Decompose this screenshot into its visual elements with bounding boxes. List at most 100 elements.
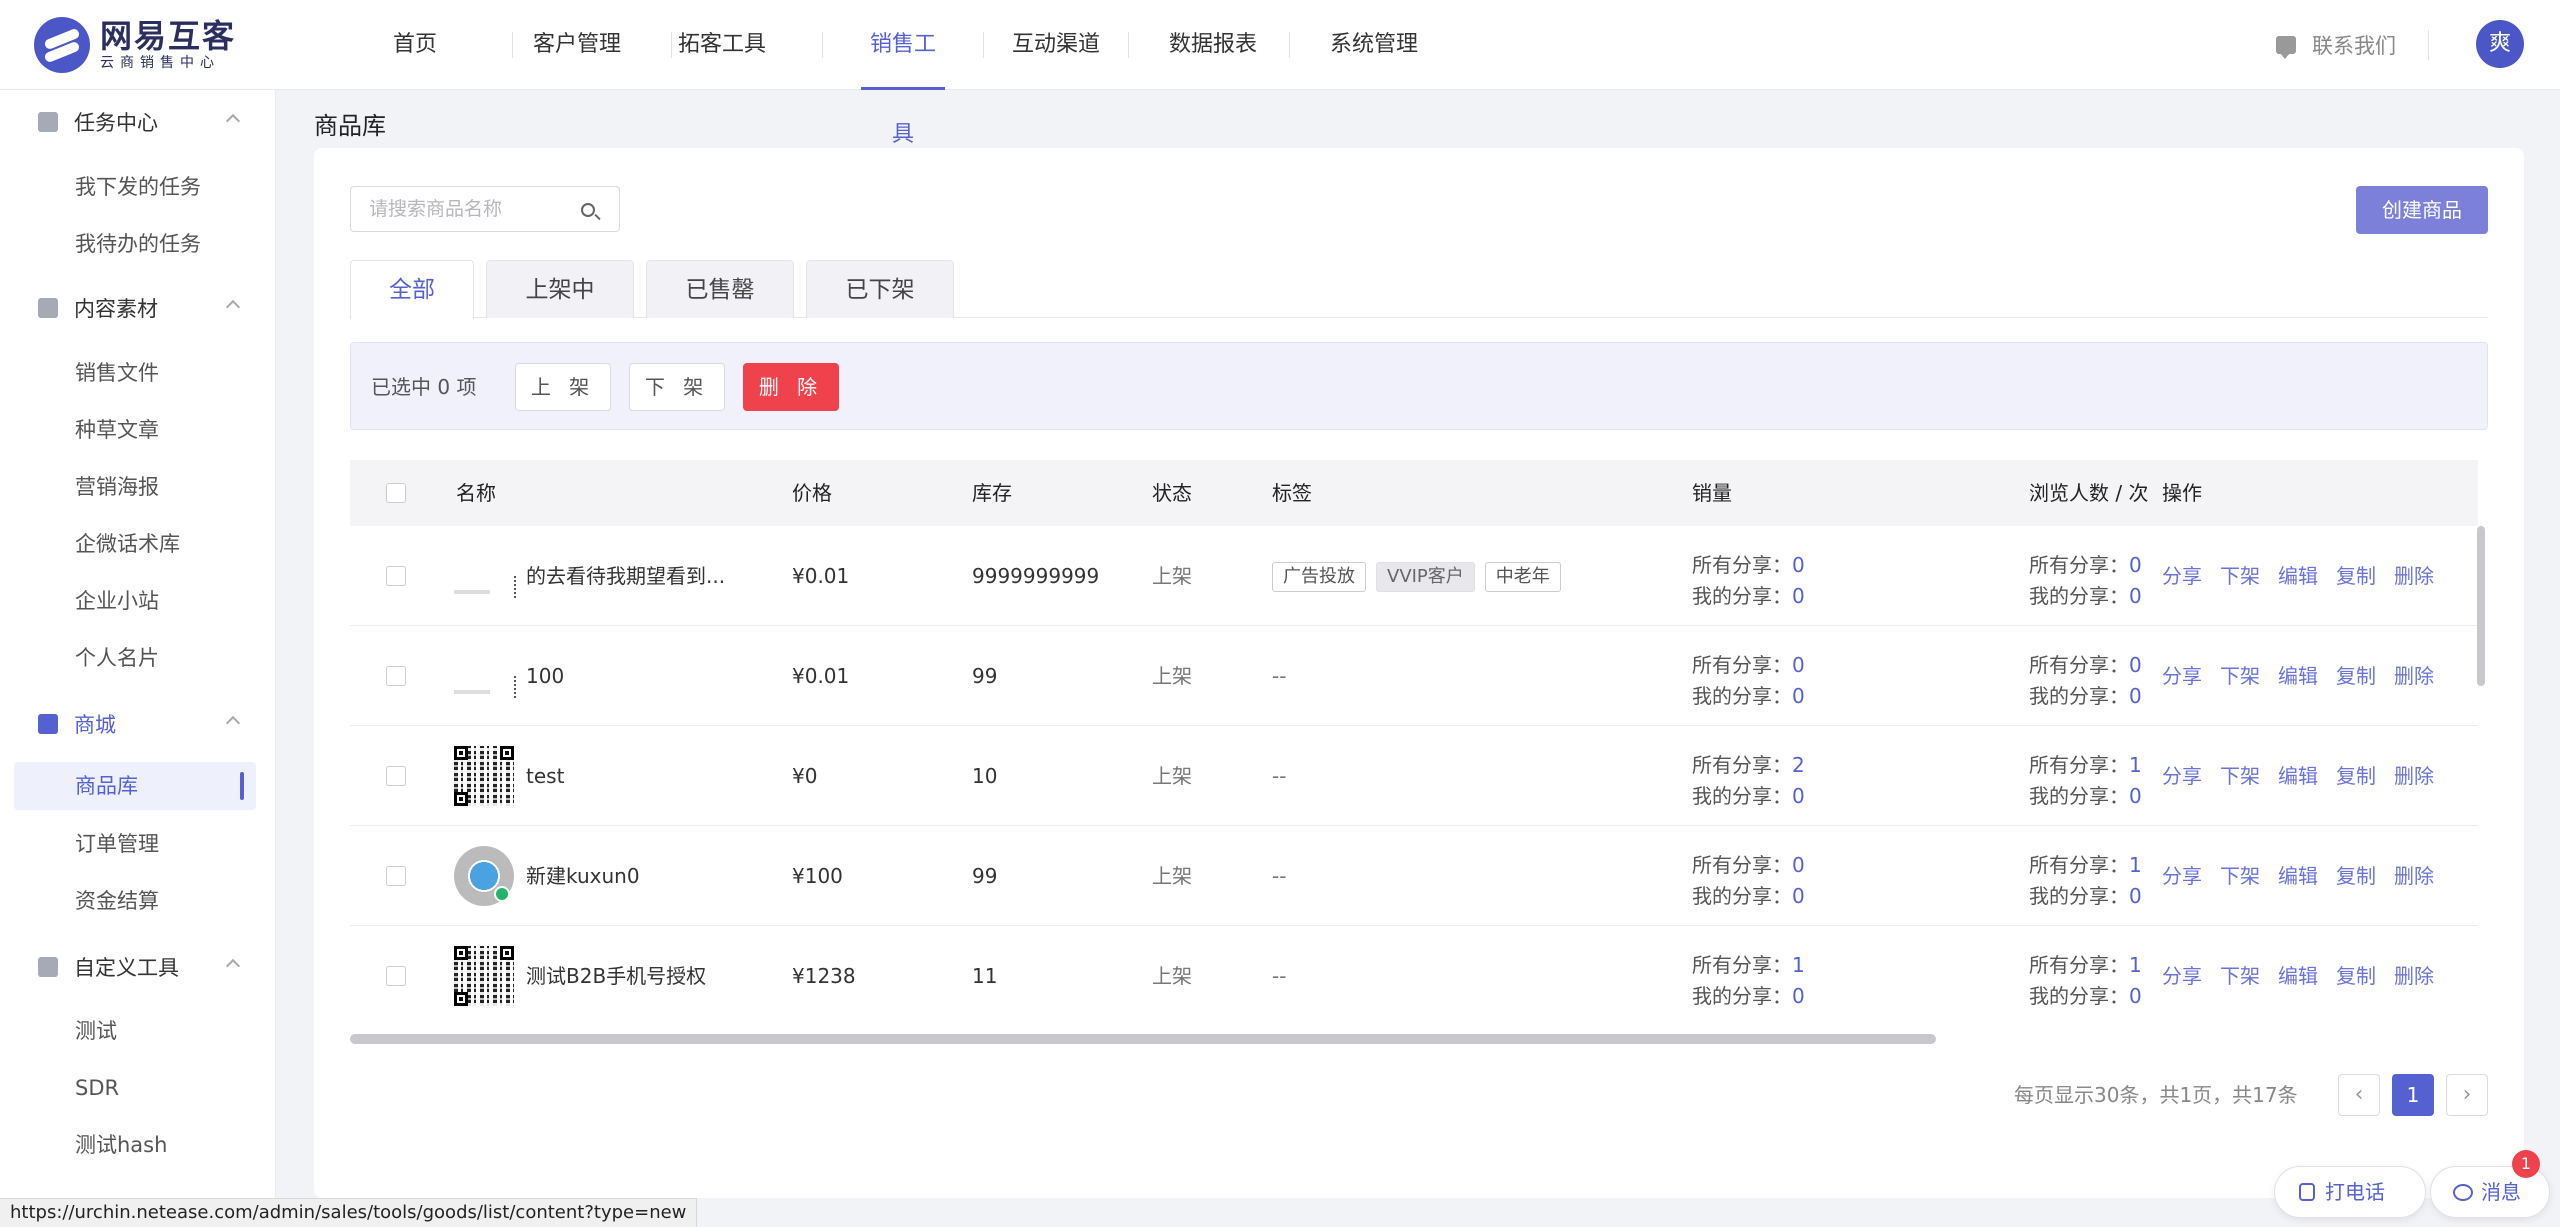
sidebar-item-posters[interactable]: 营销海报 [14,463,256,511]
sidebar-item-sales-files[interactable]: 销售文件 [14,349,256,397]
product-status: 上架 [1152,564,1192,588]
product-name[interactable]: test [526,726,564,826]
product-status: 上架 [1152,664,1192,688]
header-views: 浏览人数 / 次 [2029,481,2149,505]
header-status: 状态 [1152,481,1192,505]
sales-all-value: 0 [1792,853,1805,877]
bulk-on-shelf-button[interactable]: 上 架 [515,363,611,411]
contact-us-link[interactable]: 联系我们 [2276,0,2396,90]
share-action[interactable]: 分享 [2162,764,2202,788]
off-shelf-action[interactable]: 下架 [2220,964,2260,988]
row-checkbox[interactable] [386,666,406,686]
off-shelf-action[interactable]: 下架 [2220,564,2260,588]
edit-action[interactable]: 编辑 [2278,664,2318,688]
row-actions: 分享 下架 编辑 复制 删除 [2162,626,2452,726]
sidebar-group-mall[interactable]: 商城 [0,694,276,754]
share-action[interactable]: 分享 [2162,664,2202,688]
delete-action[interactable]: 删除 [2394,964,2434,988]
product-tags-empty: -- [1272,764,1287,788]
sidebar-item-settlement[interactable]: 资金结算 [14,877,256,925]
product-tags: 广告投放 VVIP客户 中老年 [1272,526,1571,626]
copy-action[interactable]: 复制 [2336,864,2376,888]
main-nav: 首页 客户管理 拓客工具 销售工具 互动渠道 数据报表 系统管理 [370,0,1424,147]
prev-page-button[interactable]: ‹ [2338,1074,2380,1116]
table-horizontal-scrollbar[interactable] [350,1034,1936,1044]
tab-on-shelf[interactable]: 上架中 [486,260,634,318]
bulk-delete-button[interactable]: 删 除 [743,363,839,411]
top-bar: 网易互客 云商销售中心 首页 客户管理 拓客工具 销售工具 互动渠道 数据报表 … [0,0,2560,147]
chevron-up-icon [225,958,241,974]
product-name[interactable]: 100 [526,626,564,726]
nav-item-reports[interactable]: 数据报表 [1163,0,1263,90]
sidebar-item-orders[interactable]: 订单管理 [14,820,256,868]
row-checkbox[interactable] [386,966,406,986]
views-all-value: 1 [2129,953,2142,977]
row-checkbox[interactable] [386,766,406,786]
off-shelf-action[interactable]: 下架 [2220,864,2260,888]
table-vertical-scrollbar[interactable] [2477,526,2485,686]
sidebar-item-articles[interactable]: 种草文章 [14,406,256,454]
nav-item-home[interactable]: 首页 [370,0,460,90]
sidebar-item-microsite[interactable]: 企业小站 [14,577,256,625]
sales-all-value: 2 [1792,753,1805,777]
tab-all[interactable]: 全部 [350,260,474,319]
edit-action[interactable]: 编辑 [2278,764,2318,788]
row-actions: 分享 下架 编辑 复制 删除 [2162,826,2452,926]
edit-action[interactable]: 编辑 [2278,564,2318,588]
off-shelf-action[interactable]: 下架 [2220,764,2260,788]
row-checkbox[interactable] [386,866,406,886]
copy-action[interactable]: 复制 [2336,664,2376,688]
copy-action[interactable]: 复制 [2336,764,2376,788]
create-product-button[interactable]: 创建商品 [2356,186,2488,234]
search-icon[interactable] [581,203,595,217]
call-button[interactable]: 打电话 [2274,1166,2426,1218]
sidebar-item-sdr[interactable]: SDR [14,1064,256,1112]
bulk-off-shelf-button[interactable]: 下 架 [629,363,725,411]
copy-action[interactable]: 复制 [2336,564,2376,588]
tab-sold-out[interactable]: 已售罄 [646,260,794,318]
edit-action[interactable]: 编辑 [2278,964,2318,988]
sidebar-group-content[interactable]: 内容素材 [0,278,276,338]
nav-item-sales-tools[interactable]: 销售工具 [861,0,945,147]
product-name[interactable]: 测试B2B手机号授权 [526,926,706,1020]
share-action[interactable]: 分享 [2162,964,2202,988]
avatar[interactable]: 爽 [2476,20,2524,68]
delete-action[interactable]: 删除 [2394,764,2434,788]
search-box[interactable] [350,186,620,232]
row-checkbox[interactable] [386,566,406,586]
page-button-current[interactable]: 1 [2392,1074,2434,1116]
delete-action[interactable]: 删除 [2394,864,2434,888]
sidebar-group-custom-tools[interactable]: 自定义工具 [0,937,276,997]
delete-action[interactable]: 删除 [2394,664,2434,688]
product-name[interactable]: 新建kuxun0 [526,826,640,926]
sidebar-item-test-hash[interactable]: 测试hash [14,1121,256,1169]
delete-action[interactable]: 删除 [2394,564,2434,588]
share-action[interactable]: 分享 [2162,564,2202,588]
nav-item-channels[interactable]: 互动渠道 [1006,0,1106,90]
product-tags-empty: -- [1272,864,1287,888]
sidebar-item-my-todo-tasks[interactable]: 我待办的任务 [14,220,256,268]
logo[interactable]: 网易互客 云商销售中心 [34,16,236,74]
sidebar-item-product-library[interactable]: 商品库 [14,762,256,810]
select-all-checkbox[interactable] [386,483,406,503]
sidebar-item-business-card[interactable]: 个人名片 [14,634,256,682]
views-all-value: 1 [2129,753,2142,777]
tab-off-shelf[interactable]: 已下架 [806,260,954,318]
copy-action[interactable]: 复制 [2336,964,2376,988]
nav-item-system[interactable]: 系统管理 [1324,0,1424,90]
sidebar-item-test[interactable]: 测试 [14,1007,256,1055]
view-counts: 所有分享：1 我的分享：0 [2029,953,2142,1008]
qr-code-thumbnail [454,946,514,1006]
next-page-button[interactable]: › [2446,1074,2488,1116]
off-shelf-action[interactable]: 下架 [2220,664,2260,688]
tag: 中老年 [1484,562,1561,592]
sidebar-item-scripts[interactable]: 企微话术库 [14,520,256,568]
sidebar-group-tasks[interactable]: 任务中心 [0,92,276,152]
share-action[interactable]: 分享 [2162,864,2202,888]
sidebar-item-my-issued-tasks[interactable]: 我下发的任务 [14,163,256,211]
search-input[interactable] [369,187,569,231]
product-name[interactable]: 的去看待我期望看到... [526,526,725,626]
nav-item-customers[interactable]: 客户管理 [513,0,641,90]
nav-item-acquisition[interactable]: 拓客工具 [672,0,772,90]
edit-action[interactable]: 编辑 [2278,864,2318,888]
